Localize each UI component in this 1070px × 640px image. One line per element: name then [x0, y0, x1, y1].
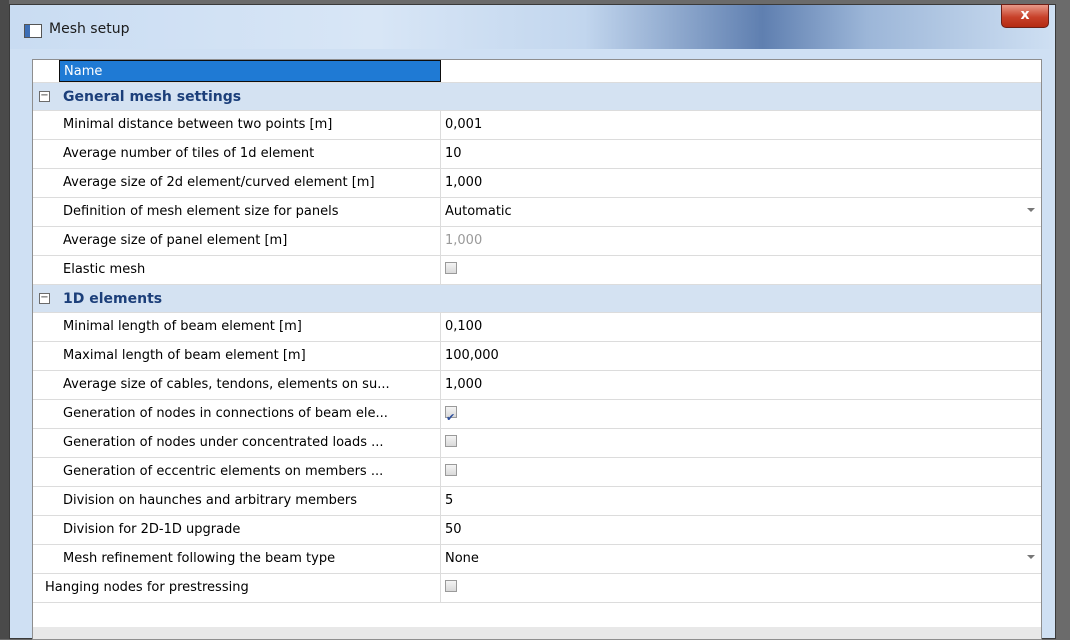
property-label: Generation of eccentric elements on memb… — [59, 458, 441, 486]
property-row-elastic-mesh[interactable]: Elastic mesh — [33, 256, 1041, 285]
property-label: Minimal distance between two points [m] — [59, 111, 441, 139]
property-row-division-2d-1d[interactable]: Division for 2D-1D upgrade 50 — [33, 516, 1041, 545]
mesh-setup-dialog: Mesh setup x Name − General mesh setting… — [9, 4, 1056, 640]
min-distance-field[interactable]: 0,001 — [441, 111, 1041, 139]
name-label[interactable]: Name — [59, 60, 441, 82]
property-label: Maximal length of beam element [m] — [59, 342, 441, 370]
property-grid-rows: Name − General mesh settings Minimal dis… — [33, 60, 1041, 603]
nodes-beam-connections-checkbox[interactable] — [445, 404, 457, 432]
panel-size-definition-dropdown[interactable]: Automatic — [441, 198, 1041, 226]
property-row-nodes-beam-connections[interactable]: Generation of nodes in connections of be… — [33, 400, 1041, 432]
property-row-division-haunches[interactable]: Division on haunches and arbitrary membe… — [33, 487, 1041, 516]
nodes-concentrated-loads-checkbox[interactable] — [445, 434, 457, 447]
property-label: Definition of mesh element size for pane… — [59, 198, 441, 226]
property-label: Hanging nodes for prestressing — [41, 574, 441, 602]
property-row-mesh-refinement[interactable]: Mesh refinement following the beam type … — [33, 545, 1041, 574]
property-row-panel-size-definition[interactable]: Definition of mesh element size for pane… — [33, 198, 1041, 227]
elastic-mesh-cell — [441, 256, 1041, 284]
min-beam-length-field[interactable]: 0,100 — [441, 313, 1041, 341]
property-row-min-beam-length[interactable]: Minimal length of beam element [m] 0,100 — [33, 313, 1041, 342]
division-haunches-field[interactable]: 5 — [441, 487, 1041, 515]
group-label: 1D elements — [63, 291, 163, 307]
group-header-general-mesh-settings[interactable]: − General mesh settings — [33, 83, 1041, 111]
property-row-avg-tiles-1d[interactable]: Average number of tiles of 1d element 10 — [33, 140, 1041, 169]
property-label: Generation of nodes under concentrated l… — [59, 429, 441, 457]
collapse-icon[interactable]: − — [39, 293, 50, 304]
chevron-down-icon[interactable] — [1027, 555, 1035, 559]
property-row-avg-size-2d[interactable]: Average size of 2d element/curved elemen… — [33, 169, 1041, 198]
grid-bottom-strip — [33, 627, 1041, 639]
hanging-nodes-checkbox[interactable] — [445, 579, 457, 592]
eccentric-elements-cell — [441, 458, 1041, 486]
group-header-1d-elements[interactable]: − 1D elements — [33, 285, 1041, 313]
eccentric-elements-checkbox[interactable] — [445, 463, 457, 476]
division-2d-1d-field[interactable]: 50 — [441, 516, 1041, 544]
chevron-down-icon[interactable] — [1027, 208, 1035, 212]
property-row-nodes-concentrated-loads[interactable]: Generation of nodes under concentrated l… — [33, 429, 1041, 458]
dropdown-value: None — [445, 551, 479, 566]
name-value[interactable] — [441, 60, 1041, 82]
property-label: Division for 2D-1D upgrade — [59, 516, 441, 544]
title-bar[interactable]: Mesh setup x — [10, 4, 1055, 49]
background-window-edge — [0, 0, 9, 639]
window-icon — [24, 24, 42, 38]
property-label: Average number of tiles of 1d element — [59, 140, 441, 168]
property-label: Elastic mesh — [59, 256, 441, 284]
property-row-hanging-nodes[interactable]: Hanging nodes for prestressing — [33, 574, 1041, 603]
property-label: Average size of 2d element/curved elemen… — [59, 169, 441, 197]
avg-tiles-field[interactable]: 10 — [441, 140, 1041, 168]
property-grid: Name − General mesh settings Minimal dis… — [32, 59, 1042, 640]
hanging-nodes-cell — [441, 574, 1041, 602]
elastic-mesh-checkbox[interactable] — [445, 261, 457, 274]
property-row-panel-element-size[interactable]: Average size of panel element [m] 1,000 — [33, 227, 1041, 256]
panel-element-size-field: 1,000 — [445, 233, 483, 248]
mesh-refinement-dropdown[interactable]: None — [441, 545, 1041, 573]
avg-size-2d-field[interactable]: 1,000 — [441, 169, 1041, 197]
close-button[interactable]: x — [1001, 4, 1049, 28]
max-beam-length-field[interactable]: 100,000 — [441, 342, 1041, 370]
property-row-min-distance[interactable]: Minimal distance between two points [m] … — [33, 111, 1041, 140]
nodes-beam-connections-cell — [441, 400, 1041, 432]
name-row[interactable]: Name — [33, 60, 1041, 83]
property-label: Average size of panel element [m] — [59, 227, 441, 255]
property-row-avg-size-cables[interactable]: Average size of cables, tendons, element… — [33, 371, 1041, 400]
window-title: Mesh setup — [49, 21, 130, 37]
nodes-concentrated-loads-cell — [441, 429, 1041, 457]
property-label: Minimal length of beam element [m] — [59, 313, 441, 341]
collapse-icon[interactable]: − — [39, 91, 50, 102]
property-label: Average size of cables, tendons, element… — [59, 371, 441, 399]
group-label: General mesh settings — [63, 89, 242, 105]
property-row-max-beam-length[interactable]: Maximal length of beam element [m] 100,0… — [33, 342, 1041, 371]
property-label: Mesh refinement following the beam type — [59, 545, 441, 573]
property-label: Division on haunches and arbitrary membe… — [59, 487, 441, 515]
property-row-eccentric-elements[interactable]: Generation of eccentric elements on memb… — [33, 458, 1041, 487]
dropdown-value: Automatic — [445, 204, 512, 219]
property-label: Generation of nodes in connections of be… — [59, 400, 441, 428]
avg-size-cables-field[interactable]: 1,000 — [441, 371, 1041, 399]
